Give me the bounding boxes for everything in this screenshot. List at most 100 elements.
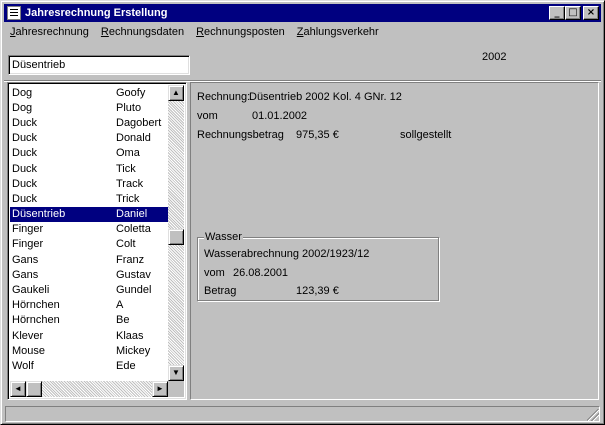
list-item-lastname: Dog: [12, 101, 33, 114]
arrow-right-icon[interactable]: ►: [152, 381, 168, 397]
list-item[interactable]: Gans Franz: [10, 252, 170, 267]
window-title: Jahresrechnung Erstellung: [25, 7, 168, 19]
list-item-firstname: Gundel: [116, 284, 152, 297]
list-item[interactable]: Duck Tick: [10, 161, 170, 176]
list-item[interactable]: Mouse Mickey: [10, 343, 170, 358]
arrow-down-icon[interactable]: ▼: [168, 365, 184, 381]
scrollbar-corner: [168, 381, 184, 397]
list-item-lastname: Gaukeli: [12, 284, 50, 297]
water-text: Wasserabrechnung 2002/1923/12: [204, 248, 370, 260]
list-item-lastname: Gans: [12, 268, 39, 281]
list-item[interactable]: Dog Goofy: [10, 85, 170, 100]
list-item-firstname: Pluto: [116, 101, 142, 114]
menu-zahlungsverkehr[interactable]: Zahlungsverkehr: [291, 26, 385, 38]
water-group-title: Wasser: [204, 231, 243, 243]
list-item-firstname: Gustav: [116, 268, 151, 281]
invoice-vom-label: vom: [197, 110, 218, 122]
list-item[interactable]: Finger Colt: [10, 237, 170, 252]
list-item[interactable]: Wolf Ede: [10, 358, 170, 373]
water-groupbox: Wasser Wasserabrechnung 2002/1923/12 vom…: [197, 231, 439, 301]
list-item-firstname: Tick: [116, 162, 136, 175]
list-item-lastname: Düsentrieb: [12, 208, 66, 221]
list-item-firstname: Mickey: [116, 344, 151, 357]
list-item[interactable]: Gans Gustav: [10, 267, 170, 282]
invoice-amount: 975,35 €: [296, 129, 339, 141]
list-item-lastname: Duck: [12, 132, 38, 145]
list-item[interactable]: Duck Dagobert: [10, 115, 170, 130]
list-item[interactable]: Duck Track: [10, 176, 170, 191]
invoice-date: 01.01.2002: [252, 110, 308, 122]
status-bar: [4, 405, 601, 423]
list-item-firstname: Colt: [116, 238, 136, 251]
list-item-lastname: Dog: [12, 86, 33, 99]
list-item-firstname: Oma: [116, 147, 140, 160]
invoice-status: sollgestellt: [400, 129, 452, 141]
maximize-button[interactable]: □: [565, 6, 581, 20]
horizontal-scrollbar[interactable]: ◄ ►: [10, 381, 168, 397]
list-item-firstname: Track: [116, 177, 144, 190]
year-label: 2002: [482, 51, 507, 63]
menu-rechnungsposten[interactable]: Rechnungsposten: [190, 26, 291, 38]
list-item-firstname: Dagobert: [116, 116, 162, 129]
h-scroll-thumb[interactable]: [26, 381, 42, 397]
list-item[interactable]: Gaukeli Gundel: [10, 282, 170, 297]
vertical-scrollbar[interactable]: ▲ ▼: [168, 85, 184, 381]
menu-bar: Jahresrechnung Rechnungsdaten Rechnungsp…: [4, 23, 601, 41]
list-item-lastname: Finger: [12, 238, 44, 251]
list-item-lastname: Gans: [12, 253, 39, 266]
close-button[interactable]: ×: [583, 6, 599, 20]
status-pane: [5, 406, 600, 422]
water-amount-label: Betrag: [204, 285, 237, 297]
title-bar[interactable]: Jahresrechnung Erstellung _ □ ×: [4, 4, 601, 22]
list-item-lastname: Duck: [12, 192, 38, 205]
app-document-icon[interactable]: [7, 6, 21, 20]
resize-grip-icon[interactable]: [587, 409, 599, 421]
water-date: 26.08.2001: [233, 267, 289, 279]
list-item-firstname: Trick: [116, 192, 140, 205]
list-item-lastname: Mouse: [12, 344, 46, 357]
search-input[interactable]: [8, 55, 190, 75]
list-item-lastname: Hörnchen: [12, 314, 60, 327]
list-item-firstname: Daniel: [116, 208, 148, 221]
list-item-firstname: Coletta: [116, 223, 151, 236]
list-item-lastname: Klever: [12, 329, 44, 342]
list-item[interactable]: Düsentrieb Daniel: [10, 206, 170, 222]
arrow-left-icon[interactable]: ◄: [10, 381, 26, 397]
menu-rechnungsdaten[interactable]: Rechnungsdaten: [95, 26, 190, 38]
client-area: 2002 Dog Goofy Dog Pluto Duck Dagobert Duck Don…: [4, 43, 601, 403]
scroll-thumb[interactable]: [168, 229, 184, 245]
list-item-lastname: Duck: [12, 177, 38, 190]
list-item-lastname: Duck: [12, 162, 38, 175]
menu-jahresrechnung[interactable]: Jahresrechnung: [4, 26, 95, 38]
arrow-up-icon[interactable]: ▲: [168, 85, 184, 101]
minimize-button[interactable]: _: [549, 6, 565, 20]
list-item[interactable]: Hörnchen Be: [10, 313, 170, 328]
list-item[interactable]: Duck Trick: [10, 191, 170, 206]
list-item[interactable]: Dog Pluto: [10, 100, 170, 115]
list-item[interactable]: Klever Klaas: [10, 328, 170, 343]
list-item-lastname: Finger: [12, 223, 44, 236]
water-amount: 123,39 €: [296, 285, 339, 297]
list-item[interactable]: Finger Coletta: [10, 222, 170, 237]
invoice-text: Düsentrieb 2002 Kol. 4 GNr. 12: [249, 91, 402, 103]
list-item[interactable]: Duck Donald: [10, 131, 170, 146]
list-item[interactable]: Duck Oma: [10, 146, 170, 161]
list-item-lastname: Hörnchen: [12, 299, 60, 312]
customer-list[interactable]: Dog Goofy Dog Pluto Duck Dagobert Duck Donald Du…: [7, 82, 187, 400]
invoice-detail-panel: Rechnung: Düsentrieb 2002 Kol. 4 GNr. 12…: [190, 82, 599, 400]
invoice-amount-label: Rechnungsbetrag: [197, 129, 284, 141]
list-item-firstname: Goofy: [116, 86, 146, 99]
app-window: Jahresrechnung Erstellung _ □ × Jahresre…: [0, 0, 605, 425]
list-item-firstname: Donald: [116, 132, 151, 145]
list-item-firstname: A: [116, 299, 124, 312]
list-item-lastname: Duck: [12, 147, 38, 160]
invoice-label: Rechnung:: [197, 91, 251, 103]
list-item-firstname: Be: [116, 314, 130, 327]
customer-list-rows: Dog Goofy Dog Pluto Duck Dagobert Duck Donald Du…: [10, 85, 170, 381]
list-item-firstname: Klaas: [116, 329, 144, 342]
list-item-firstname: Franz: [116, 253, 145, 266]
list-item-firstname: Ede: [116, 359, 136, 372]
list-item-lastname: Wolf: [12, 359, 34, 372]
list-item[interactable]: Hörnchen A: [10, 298, 170, 313]
water-vom-label: vom: [204, 267, 225, 279]
